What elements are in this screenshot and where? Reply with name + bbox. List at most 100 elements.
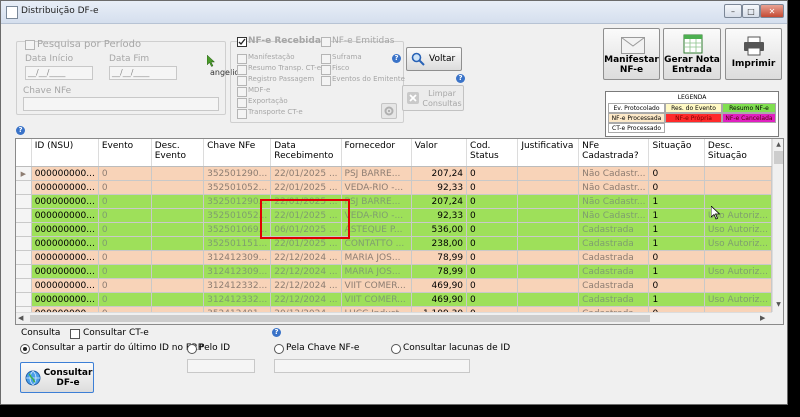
col-header-chave[interactable]: Chave NFe	[203, 139, 272, 167]
table-cell-desc-evento[interactable]	[151, 236, 205, 251]
table-cell-desc-evento[interactable]	[151, 250, 205, 265]
table-cell-cad[interactable]: Cadastrada	[578, 222, 650, 237]
table-cell-sit[interactable]: 0	[648, 180, 705, 195]
table-cell-cad[interactable]: Cadastrada	[578, 250, 650, 265]
table-cell-evento[interactable]: 0	[98, 208, 152, 223]
table-cell-sit[interactable]: 0	[648, 278, 705, 293]
radio-pelo-id[interactable]	[187, 344, 197, 354]
date-start-input[interactable]: __/__/____	[25, 66, 93, 80]
help-icon[interactable]: ?	[272, 328, 281, 337]
table-cell-valor[interactable]: 469,90	[411, 292, 468, 307]
resumo-transp-checkbox[interactable]	[237, 65, 247, 75]
table-cell-data[interactable]: 22/12/2024 ...	[270, 292, 342, 307]
table-cell-sit[interactable]: 1	[648, 264, 705, 279]
table-cell-cad[interactable]: Cadastrada	[578, 236, 650, 251]
table-row[interactable]: 000000000... 0 352501151... 22/01/2025 ... C…	[16, 236, 772, 251]
table-cell-id[interactable]: 000000000...	[31, 250, 99, 265]
table-cell-cod[interactable]: 0	[466, 236, 519, 251]
table-cell-cod[interactable]: 0	[466, 250, 519, 265]
help-icon[interactable]: ?	[392, 54, 401, 63]
table-row[interactable]: 000000000... 0 352501052... 22/01/2025 ... V…	[16, 208, 772, 223]
row-header[interactable]	[16, 180, 32, 195]
mdfe-checkbox[interactable]	[237, 87, 247, 97]
table-cell-just[interactable]	[517, 222, 580, 237]
table-cell-cod[interactable]: 0	[466, 208, 519, 223]
radio-lacunas[interactable]	[391, 344, 401, 354]
table-cell-id[interactable]: 000000000...	[31, 194, 99, 209]
table-cell-fornecedor[interactable]: MARIA JOS...	[341, 250, 412, 265]
table-cell-evento[interactable]: 0	[98, 264, 152, 279]
table-cell-sit[interactable]: 0	[648, 250, 705, 265]
table-cell-valor[interactable]: 238,00	[411, 236, 468, 251]
scroll-thumb-vertical[interactable]	[774, 151, 783, 164]
table-cell-fornecedor[interactable]: VEDA-RIO -...	[341, 180, 412, 195]
table-cell-sit[interactable]: 1	[648, 222, 705, 237]
table-cell-desc-evento[interactable]	[151, 208, 205, 223]
table-cell-valor[interactable]: 78,99	[411, 250, 468, 265]
table-cell-sit[interactable]: 0	[648, 166, 705, 181]
table-cell-id[interactable]: 000000000...	[31, 278, 99, 293]
col-header-justificativa[interactable]: Justificativa	[517, 139, 580, 167]
table-cell-valor[interactable]: 78,99	[411, 264, 468, 279]
nfe-emitidas-checkbox[interactable]	[321, 37, 331, 47]
table-cell-cod[interactable]: 0	[466, 194, 519, 209]
table-cell-cod[interactable]: 0	[466, 264, 519, 279]
table-cell-fornecedor[interactable]: MARIA JOS...	[341, 264, 412, 279]
table-cell-cod[interactable]: 0	[466, 292, 519, 307]
table-cell-valor[interactable]: 207,24	[411, 166, 468, 181]
table-cell-cod[interactable]: 0	[466, 278, 519, 293]
manifestar-nfe-button[interactable]: Manifestar NF-e	[603, 28, 660, 80]
table-cell-just[interactable]	[517, 292, 580, 307]
table-cell-fornecedor[interactable]: PSJ BARRE...	[341, 166, 412, 181]
chave-input[interactable]	[274, 359, 470, 373]
table-cell-just[interactable]	[517, 278, 580, 293]
table-cell-sit[interactable]: 1	[648, 236, 705, 251]
table-cell-desc-sit[interactable]	[704, 250, 772, 265]
table-cell-evento[interactable]: 0	[98, 194, 152, 209]
col-header-evento[interactable]: Evento	[98, 139, 152, 167]
table-cell-evento[interactable]: 0	[98, 278, 152, 293]
table-cell-just[interactable]	[517, 250, 580, 265]
row-header[interactable]	[16, 194, 32, 209]
table-cell-id[interactable]: 000000000...	[31, 180, 99, 195]
table-cell-just[interactable]	[517, 194, 580, 209]
fisco-checkbox[interactable]	[321, 65, 331, 75]
table-cell-desc-sit[interactable]: Uso Autoriz...	[704, 292, 772, 307]
gerar-nota-entrada-button[interactable]: Gerar Nota Entrada	[663, 28, 721, 80]
voltar-button[interactable]: Voltar	[406, 47, 462, 71]
table-cell-valor[interactable]: 92,33	[411, 208, 468, 223]
col-header-situacao[interactable]: Situação	[648, 139, 705, 167]
table-cell-sit[interactable]: 1	[648, 292, 705, 307]
table-cell-evento[interactable]: 0	[98, 166, 152, 181]
table-cell-id[interactable]: 000000000...	[31, 264, 99, 279]
row-header[interactable]	[16, 264, 32, 279]
id-input[interactable]	[187, 359, 255, 373]
row-header[interactable]	[16, 236, 32, 251]
scroll-thumb-horizontal[interactable]	[30, 315, 650, 322]
table-cell-desc-sit[interactable]	[704, 278, 772, 293]
imprimir-button[interactable]: Imprimir	[725, 28, 782, 80]
table-cell-sit[interactable]: 1	[648, 208, 705, 223]
table-cell-just[interactable]	[517, 166, 580, 181]
col-header-cadastrada[interactable]: NFe Cadastrada?	[578, 139, 650, 167]
table-cell-valor[interactable]: 469,90	[411, 278, 468, 293]
col-header-valor[interactable]: Valor	[411, 139, 468, 167]
table-cell-chave[interactable]: 312412309...	[203, 264, 272, 279]
table-row[interactable]: 000000000... 0 352501069... 06/01/2025 ... A…	[16, 222, 772, 237]
close-button[interactable]: ✕	[760, 4, 784, 18]
table-cell-desc-evento[interactable]	[151, 166, 205, 181]
table-cell-data[interactable]: 22/01/2025 ...	[270, 180, 342, 195]
suframa-checkbox[interactable]	[321, 54, 331, 64]
table-cell-chave[interactable]: 352501290...	[203, 166, 272, 181]
date-end-input[interactable]: __/__/____	[109, 66, 177, 80]
chave-nfe-input[interactable]	[23, 97, 219, 111]
radio-ultimo-id[interactable]	[20, 344, 30, 354]
consultar-dfe-button[interactable]: Consultar DF-e	[20, 362, 94, 393]
exportacao-checkbox[interactable]	[237, 98, 247, 108]
table-cell-valor[interactable]: 536,00	[411, 222, 468, 237]
settings-gear-icon[interactable]	[381, 103, 397, 119]
table-cell-data[interactable]: 22/12/2024 ...	[270, 250, 342, 265]
row-header[interactable]	[16, 292, 32, 307]
table-cell-desc-sit[interactable]: Uso Autoriz...	[704, 222, 772, 237]
table-cell-cad[interactable]: Cadastrada	[578, 292, 650, 307]
